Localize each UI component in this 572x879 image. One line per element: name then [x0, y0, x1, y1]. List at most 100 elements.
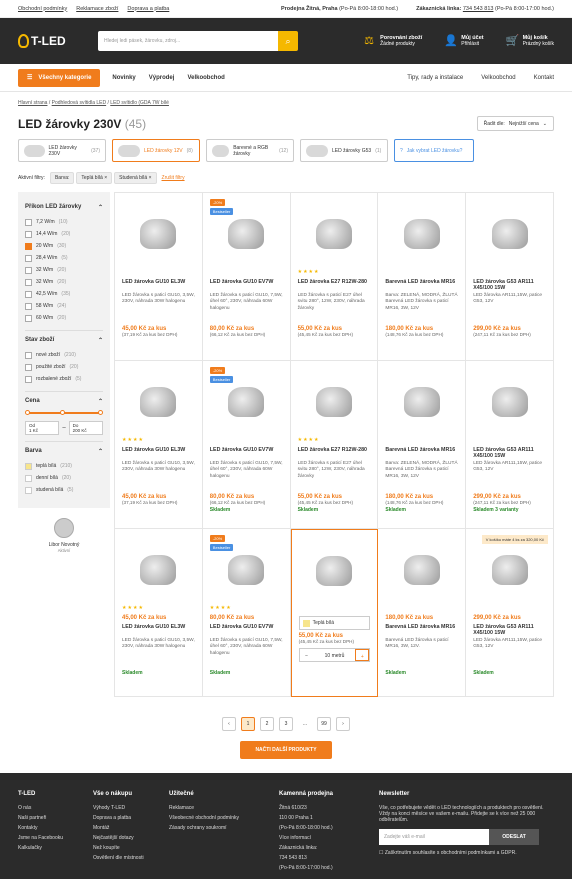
power-option[interactable]: 7,2 W/m (10): [25, 216, 103, 228]
product-card[interactable]: ★★★★ LED žárovka GU10 EL3W LED žárovka s p…: [115, 361, 203, 529]
email-field[interactable]: Zadejte váš e-mail: [379, 829, 489, 845]
footer-link[interactable]: Všeobecné obchodní podmínky: [169, 815, 259, 821]
product-image[interactable]: [473, 199, 546, 269]
phone-info[interactable]: Zákaznická linka: 734 543 813 (Po-Pá 8:0…: [416, 6, 554, 12]
color-title[interactable]: Barva ⌃: [25, 448, 103, 455]
nav-wholesale[interactable]: Velkoobchod: [187, 75, 224, 81]
chip-help[interactable]: ? Jak vybrat LED žárovku?: [394, 139, 474, 162]
link-shipping[interactable]: Doprava a platba: [127, 6, 169, 12]
product-card[interactable]: -20% Bestseller LED žárovka GU10 EV7W LED ž…: [202, 361, 291, 529]
product-card[interactable]: -20% Bestseller LED žárovka GU10 EV7W LED ž…: [202, 193, 291, 361]
footer-link[interactable]: Výhody T-LED: [93, 805, 149, 811]
product-name[interactable]: Barevná LED žárovka MR16: [385, 447, 458, 461]
footer-link[interactable]: Zásady ochrany soukromí: [169, 825, 259, 831]
checkbox[interactable]: [25, 314, 32, 322]
color-swatch[interactable]: [25, 474, 32, 482]
crumb-category[interactable]: Podhledová svítidla LED: [52, 100, 106, 106]
state-option[interactable]: nové zboží (210): [25, 349, 103, 361]
cart-link[interactable]: 🛒 Můj košík Prázdný košík: [506, 35, 554, 47]
filter-tag-cold[interactable]: Studená bílá ×: [114, 172, 157, 184]
product-image[interactable]: [122, 199, 195, 269]
price-from-field[interactable]: Od 1 Kč: [25, 421, 60, 435]
price-slider[interactable]: [25, 410, 103, 415]
search-input[interactable]: Hledej ledi pásek, žárovku, zdroj...: [98, 31, 278, 51]
all-categories-button[interactable]: ☰ Všechny kategorie: [18, 68, 101, 87]
product-name[interactable]: LED žárovka E27 R12W-280: [298, 279, 371, 293]
nav-new[interactable]: Novinky: [112, 75, 135, 81]
checkbox[interactable]: [25, 242, 32, 250]
load-more-button[interactable]: NAČTI DALŠÍ PRODUKTY: [240, 741, 332, 759]
quantity-stepper[interactable]: − 10 metrů +: [298, 648, 371, 662]
chip-12v[interactable]: LED žárovky 12V (8): [112, 139, 200, 162]
page-1[interactable]: 1: [241, 717, 255, 731]
colors-option[interactable]: studená bílá (5): [25, 484, 103, 496]
page-99[interactable]: 99: [317, 717, 331, 731]
minus-button[interactable]: −: [300, 649, 314, 661]
checkbox[interactable]: [25, 218, 32, 226]
sort-select[interactable]: Řadit dle: Nejnižší cena ⌄: [476, 116, 554, 131]
product-card[interactable]: V košíku máte 4 ks za 320,00 Kč 299,00 Kč…: [466, 529, 554, 697]
footer-link[interactable]: Doprava a platba: [93, 815, 149, 821]
product-name[interactable]: LED žárovka G53 AR111 X45/100 15W: [473, 624, 546, 638]
consent-checkbox[interactable]: ☐ Zaškrtnutím souhlasíte s obchodními po…: [379, 850, 554, 856]
power-option[interactable]: 14,4 W/m (20): [25, 228, 103, 240]
checkbox[interactable]: [25, 375, 32, 383]
colors-option[interactable]: teplá bílá (210): [25, 460, 103, 472]
footer-link[interactable]: Nejčastější dotazy: [93, 835, 149, 841]
product-card[interactable]: Barevná LED žárovka MR16 Barva: ZELENÁ, M…: [378, 193, 467, 361]
footer-link[interactable]: Kontakty: [18, 825, 73, 831]
product-card[interactable]: ★★★★ LED žárovka E27 R12W-280 LED žárovka …: [290, 361, 379, 529]
footer-link[interactable]: (Po-Pá 8:00-18:00 hod.): [279, 825, 359, 831]
product-name[interactable]: LED žárovka GU10 EV7W: [210, 624, 283, 638]
product-card[interactable]: LED žárovka GU10 EL3W LED žárovka s patic…: [115, 193, 203, 361]
link-complaints[interactable]: Reklamace zboží: [76, 6, 118, 12]
product-card[interactable]: ★★★★ 45,00 Kč za kus LED žárovka GU10 EL3W…: [115, 529, 203, 697]
product-name[interactable]: LED žárovka GU10 EL3W: [122, 279, 195, 293]
variant-select[interactable]: Teplá bílá: [298, 616, 371, 630]
footer-link[interactable]: O nás: [18, 805, 73, 811]
slider-handle-min[interactable]: [25, 410, 30, 415]
power-title[interactable]: Příkon LED žárovky ⌃: [25, 204, 103, 211]
search-button[interactable]: ⌕: [278, 31, 298, 51]
product-image[interactable]: [473, 367, 546, 437]
product-name[interactable]: LED žárovka GU10 EV7W: [210, 279, 283, 293]
color-swatch[interactable]: [25, 462, 32, 470]
nav-wholesale-right[interactable]: Velkoobchod: [481, 75, 515, 81]
footer-link[interactable]: (Po-Pá 8:00-17:00 hod.): [279, 865, 359, 871]
power-option[interactable]: 42,5 W/m (35): [25, 288, 103, 300]
product-image[interactable]: [385, 535, 458, 605]
nav-sale[interactable]: Výprodej: [149, 75, 175, 81]
checkbox[interactable]: [25, 363, 32, 371]
product-image[interactable]: [385, 199, 458, 269]
footer-link[interactable]: Naši partneři: [18, 815, 73, 821]
power-option[interactable]: 60 W/m (20): [25, 312, 103, 324]
product-card[interactable]: Barevná LED žárovka MR16 Barva: ZELENÁ, M…: [378, 361, 467, 529]
filter-tag-warm[interactable]: Teplá bílá ×: [76, 172, 113, 184]
product-name[interactable]: Barevná LED žárovka MR16: [385, 624, 458, 638]
product-card[interactable]: LED žárovka G53 AR111 X45/100 15W LED žár…: [466, 193, 554, 361]
product-card[interactable]: Teplá bílá 55,00 Kč za kus (45,45 Kč za ku…: [290, 529, 379, 697]
product-image[interactable]: [298, 199, 371, 269]
compare-link[interactable]: ⚖ Porovnání zboží Žádné produkty: [363, 35, 422, 47]
product-name[interactable]: LED žárovka E27 R12W-280: [298, 447, 371, 461]
colors-option[interactable]: denní bílá (20): [25, 472, 103, 484]
chip-rgb[interactable]: Barevné a RGB žárovky (12): [206, 139, 294, 162]
page-prev[interactable]: ‹: [222, 717, 236, 731]
chip-230v[interactable]: LED žárovky 230V (37): [18, 139, 106, 162]
state-option[interactable]: použité zboží (20): [25, 361, 103, 373]
price-to-field[interactable]: Do 200 Kč: [68, 421, 103, 435]
power-option[interactable]: 28,4 W/m (5): [25, 252, 103, 264]
footer-link[interactable]: Než koupíte: [93, 845, 149, 851]
footer-link[interactable]: Více informací: [279, 835, 359, 841]
product-card[interactable]: LED žárovka G53 AR111 X45/100 15W LED žár…: [466, 361, 554, 529]
color-swatch[interactable]: [25, 486, 32, 494]
logo[interactable]: T-LED: [18, 34, 78, 48]
product-name[interactable]: LED žárovka GU10 EV7W: [210, 447, 283, 461]
product-image[interactable]: [298, 367, 371, 437]
nav-contact[interactable]: Kontakt: [534, 75, 554, 81]
product-image[interactable]: [122, 535, 195, 605]
phone-number[interactable]: 734 543 813: [463, 6, 494, 12]
product-image[interactable]: [385, 367, 458, 437]
footer-link[interactable]: Zákaznická linka:: [279, 845, 359, 851]
product-card[interactable]: 180,00 Kč za kus Barevná LED žárovka MR16…: [378, 529, 467, 697]
